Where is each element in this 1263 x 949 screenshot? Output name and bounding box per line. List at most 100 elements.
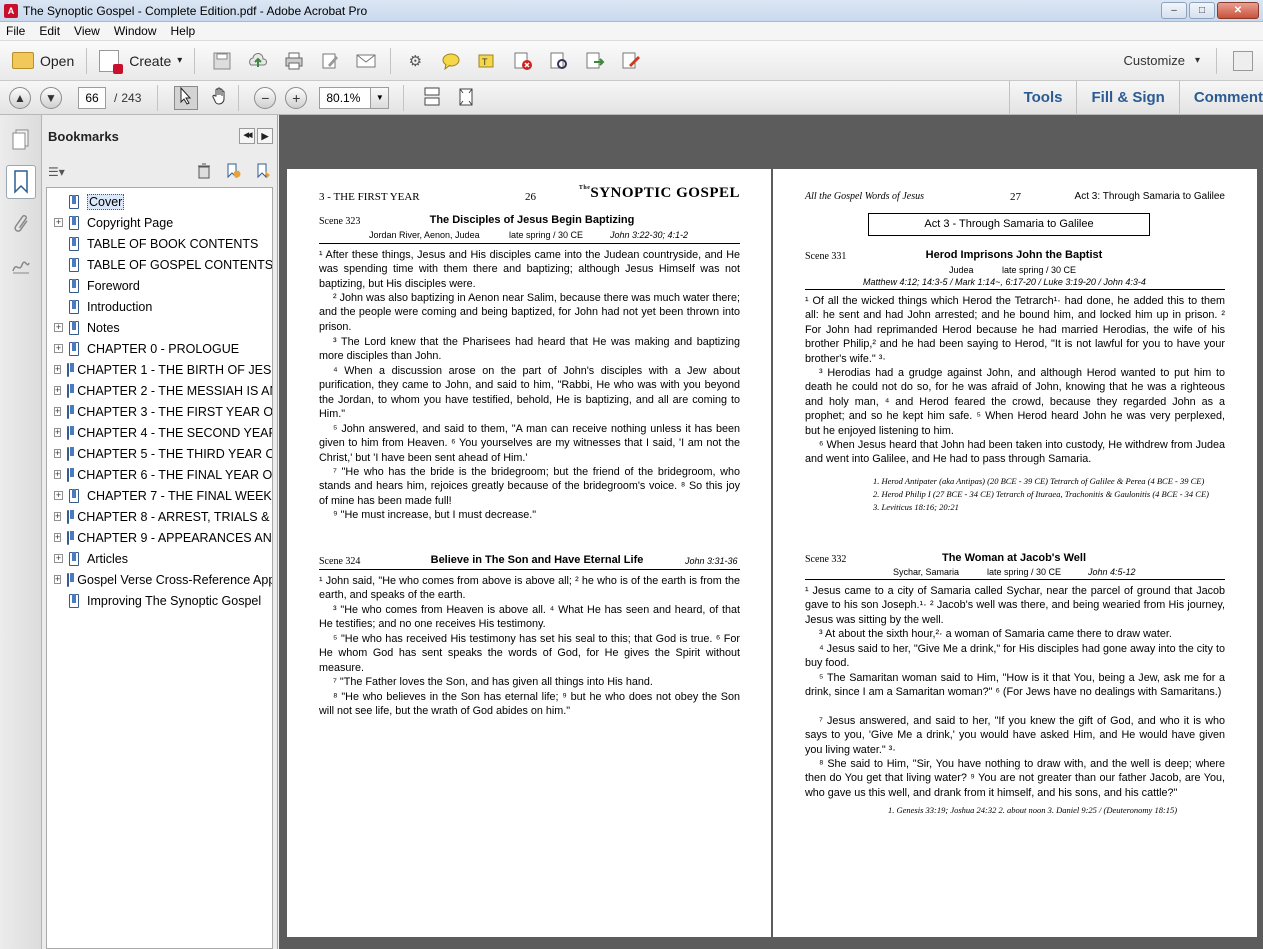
bookmark-icon: [67, 404, 75, 419]
expand-plus-icon[interactable]: +: [54, 575, 62, 584]
menu-file[interactable]: File: [6, 24, 25, 38]
page-number: 27: [1010, 191, 1021, 203]
expand-plus-icon[interactable]: +: [54, 365, 62, 374]
bookmark-item[interactable]: Improving The Synoptic Gospel: [47, 590, 272, 611]
bookmark-item[interactable]: + Copyright Page: [47, 212, 272, 233]
upload-icon[interactable]: [247, 51, 269, 71]
expand-plus-icon[interactable]: +: [54, 428, 62, 437]
expand-plus-icon[interactable]: +: [54, 533, 62, 542]
gear-icon[interactable]: ⚙: [404, 51, 426, 71]
expand-panel-icon[interactable]: ▶: [257, 128, 273, 144]
find-bookmark-icon[interactable]: [255, 163, 271, 182]
save-icon[interactable]: [211, 51, 233, 71]
bookmark-item[interactable]: TABLE OF GOSPEL CONTENTS: [47, 254, 272, 275]
scene-time: late spring / 30 CE: [987, 567, 1062, 577]
brand-name: SYNOPTIC GOSPEL: [590, 185, 740, 201]
highlight-icon[interactable]: T: [476, 51, 498, 71]
bookmark-item[interactable]: + CHAPTER 9 - APPEARANCES AND .: [47, 527, 272, 548]
email-icon[interactable]: [355, 51, 377, 71]
expand-icon[interactable]: [1233, 50, 1253, 71]
expand-plus-icon[interactable]: +: [54, 218, 63, 227]
bookmark-icon: [69, 194, 79, 209]
paragraph: ¹ John said, "He who comes from above is…: [319, 575, 740, 602]
act-label: Act 3: Through Samaria to Galilee: [1074, 191, 1225, 202]
expand-plus-icon[interactable]: +: [54, 512, 62, 521]
bookmark-options-icon[interactable]: ☰▾: [48, 165, 65, 179]
document-view[interactable]: 3 - THE FIRST YEAR 26 TheSYNOPTIC GOSPEL…: [279, 115, 1263, 949]
bookmark-icon: [69, 278, 79, 293]
expand-plus-icon[interactable]: +: [54, 386, 62, 395]
paragraph: ³ The Lord knew that the Pharisees had h…: [319, 336, 740, 363]
expand-plus-icon[interactable]: +: [54, 470, 62, 479]
print-icon[interactable]: [283, 51, 305, 71]
edit-icon[interactable]: [319, 51, 341, 71]
zoom-out-button[interactable]: −: [254, 86, 277, 109]
bookmark-item[interactable]: + CHAPTER 0 - PROLOGUE: [47, 338, 272, 359]
bookmark-item[interactable]: Foreword: [47, 275, 272, 296]
scene-time: late spring / 30 CE: [509, 230, 584, 240]
next-page-button[interactable]: ▼: [40, 86, 62, 109]
bookmark-item[interactable]: + CHAPTER 2 - THE MESSIAH IS ANC: [47, 380, 272, 401]
expand-plus-icon[interactable]: +: [54, 344, 63, 353]
previous-page-button[interactable]: ▲: [9, 86, 31, 109]
scene-number: Scene 323: [319, 216, 361, 227]
scrolling-mode-button[interactable]: [420, 86, 444, 110]
bookmarks-icon[interactable]: [6, 165, 36, 199]
delete-bookmark-icon[interactable]: [197, 163, 211, 182]
bookmark-item[interactable]: + Gospel Verse Cross-Reference Appe: [47, 569, 272, 590]
signatures-icon[interactable]: [6, 249, 36, 283]
expand-plus-icon[interactable]: +: [54, 491, 63, 500]
bookmark-item[interactable]: Introduction: [47, 296, 272, 317]
chevron-down-icon[interactable]: ▾: [1195, 55, 1200, 66]
maximize-button[interactable]: □: [1189, 2, 1215, 19]
zoom-dropdown-button[interactable]: ▼: [371, 86, 390, 109]
bookmark-label: CHAPTER 3 - THE FIRST YEAR OF H: [77, 404, 273, 419]
remove-icon[interactable]: [512, 51, 534, 71]
bookmark-item[interactable]: Cover: [47, 191, 272, 212]
menu-window[interactable]: Window: [114, 24, 157, 38]
bookmark-item[interactable]: + CHAPTER 4 - THE SECOND YEAR O: [47, 422, 272, 443]
sign-icon[interactable]: [620, 51, 642, 71]
bookmark-item[interactable]: + Notes: [47, 317, 272, 338]
new-bookmark-icon[interactable]: [225, 163, 241, 182]
bookmark-item[interactable]: + CHAPTER 5 - THE THIRD YEAR OF: [47, 443, 272, 464]
secure-icon[interactable]: [548, 51, 570, 71]
menu-edit[interactable]: Edit: [39, 24, 60, 38]
open-button[interactable]: Open: [6, 46, 80, 76]
expand-plus-icon[interactable]: +: [54, 449, 62, 458]
hand-tool-button[interactable]: [208, 86, 232, 110]
customize-menu[interactable]: Customize: [1124, 53, 1185, 68]
bookmark-item[interactable]: + CHAPTER 6 - THE FINAL YEAR OF H: [47, 464, 272, 485]
bookmark-item[interactable]: + CHAPTER 3 - THE FIRST YEAR OF H: [47, 401, 273, 422]
menu-view[interactable]: View: [74, 24, 100, 38]
tab-comment[interactable]: Comment: [1178, 80, 1263, 115]
attachments-icon[interactable]: [6, 207, 36, 241]
bookmark-item[interactable]: + CHAPTER 7 - THE FINAL WEEK: [47, 485, 272, 506]
create-button[interactable]: Create ▾: [93, 46, 188, 76]
zoom-in-button[interactable]: +: [285, 86, 308, 109]
scene-title: The Disciples of Jesus Begin Baptizing: [429, 214, 635, 226]
export-icon[interactable]: [584, 51, 606, 71]
collapse-panel-icon[interactable]: ◀◀: [239, 128, 255, 144]
footnote: 1. Herod Antipater (aka Antipas) (20 BCE…: [873, 476, 1205, 486]
bookmark-label: Cover: [87, 193, 125, 210]
page-number-input[interactable]: 66: [78, 86, 106, 109]
expand-plus-icon[interactable]: +: [54, 554, 63, 563]
close-button[interactable]: ✕: [1217, 2, 1259, 19]
zoom-level-input[interactable]: 80.1%: [319, 86, 372, 109]
page-thumbnails-icon[interactable]: [6, 123, 36, 157]
bookmark-item[interactable]: + CHAPTER 1 - THE BIRTH OF JESUS: [47, 359, 272, 380]
bookmark-item[interactable]: + CHAPTER 8 - ARREST, TRIALS & CR: [47, 506, 272, 527]
fit-page-button[interactable]: [454, 86, 478, 110]
bookmark-item[interactable]: + Articles: [47, 548, 272, 569]
tab-fill-sign[interactable]: Fill & Sign: [1076, 80, 1178, 115]
expand-plus-icon[interactable]: +: [54, 323, 63, 332]
menu-help[interactable]: Help: [171, 24, 196, 38]
select-tool-button[interactable]: [174, 85, 199, 110]
scene-time: late spring / 30 CE: [1002, 265, 1077, 275]
bookmark-item[interactable]: TABLE OF BOOK CONTENTS: [47, 233, 272, 254]
expand-plus-icon[interactable]: +: [54, 407, 62, 416]
minimize-button[interactable]: –: [1161, 2, 1187, 19]
comment-icon[interactable]: [440, 51, 462, 71]
tab-tools[interactable]: Tools: [1008, 80, 1077, 115]
